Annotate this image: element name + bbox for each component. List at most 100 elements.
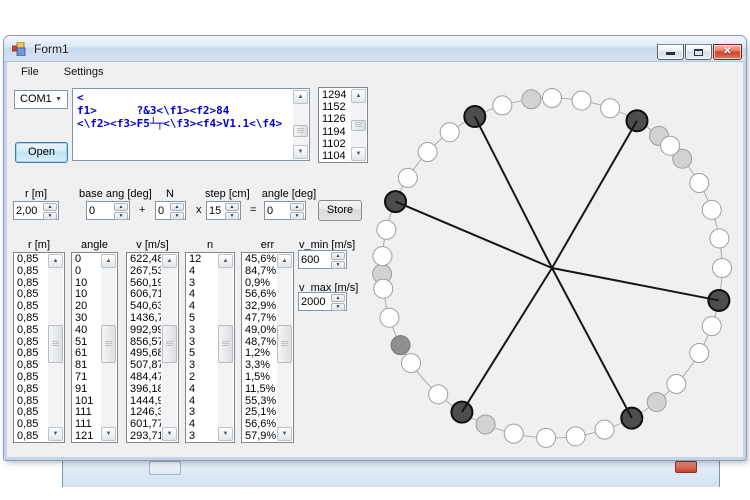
angle-stepper[interactable]: ▲▼ (264, 201, 306, 220)
scroll-up-icon[interactable]: ▲ (293, 90, 308, 104)
err-list[interactable]: 45,6%84,7%0,9%56,6%32,9%47,7%49,0%48,7%1… (241, 252, 294, 443)
list-item[interactable]: 47,7% (245, 313, 276, 325)
list-item[interactable]: 992,99 (130, 325, 161, 337)
list-item[interactable]: 40 (75, 325, 100, 337)
list-item[interactable]: 91 (75, 384, 100, 396)
spin-up-icon[interactable]: ▲ (331, 294, 345, 302)
scroll-up-icon[interactable]: ▲ (277, 254, 292, 268)
maximize-button[interactable] (685, 44, 712, 60)
terminal-scrollbar[interactable]: ▲ ▼ (293, 90, 308, 159)
menu-settings[interactable]: Settings (56, 62, 112, 81)
base-ang-stepper[interactable]: ▲▼ (86, 201, 130, 220)
step-input[interactable] (209, 203, 223, 218)
serial-value[interactable]: 1152 (322, 101, 350, 113)
list-item[interactable]: 49,0% (245, 325, 276, 337)
scroll-up-icon[interactable]: ▲ (351, 89, 366, 103)
scroll-down-icon[interactable]: ▼ (277, 427, 292, 441)
serial-value[interactable]: 1294 (322, 89, 350, 101)
list-item[interactable]: 0,85 (17, 372, 47, 384)
scroll-thumb[interactable] (101, 325, 116, 363)
titlebar[interactable]: Form1 ✕ (4, 36, 746, 62)
scroll-down-icon[interactable]: ▼ (162, 427, 177, 441)
scroll-thumb[interactable] (293, 125, 308, 136)
r-input[interactable] (16, 203, 41, 218)
spin-down-icon[interactable]: ▼ (170, 212, 184, 220)
scroll-down-icon[interactable]: ▼ (218, 427, 233, 441)
serial-value[interactable]: 1194 (322, 126, 350, 138)
com-port-select[interactable]: COM1 ▼ (14, 90, 68, 109)
list-item[interactable]: 0,85 (17, 313, 47, 325)
spin-up-icon[interactable]: ▲ (170, 203, 184, 211)
r-list-scrollbar[interactable]: ▲ ▼ (48, 254, 63, 441)
spin-down-icon[interactable]: ▼ (225, 212, 239, 220)
list-item[interactable]: 57,9% (245, 431, 276, 441)
list-item[interactable]: 71 (75, 372, 100, 384)
list-item[interactable]: 4 (189, 266, 217, 278)
scroll-thumb[interactable] (277, 325, 292, 363)
serial-value[interactable]: 1104 (322, 150, 350, 161)
list-item[interactable]: 5 (189, 313, 217, 325)
vmax-stepper[interactable]: ▲▼ (298, 292, 347, 311)
err-list-scrollbar[interactable]: ▲ ▼ (277, 254, 292, 441)
angle-list-scrollbar[interactable]: ▲ ▼ (101, 254, 116, 441)
spin-up-icon[interactable]: ▲ (43, 203, 57, 211)
spin-down-icon[interactable]: ▼ (331, 261, 345, 269)
scroll-up-icon[interactable]: ▲ (218, 254, 233, 268)
list-item[interactable]: 4 (189, 384, 217, 396)
step-stepper[interactable]: ▲▼ (206, 201, 241, 220)
close-button[interactable]: ✕ (713, 44, 742, 60)
n-stepper[interactable]: ▲▼ (155, 201, 186, 220)
list-item[interactable]: 1,5% (245, 372, 276, 384)
scroll-thumb[interactable] (218, 325, 233, 363)
list-item[interactable]: 3 (189, 431, 217, 441)
vmin-stepper[interactable]: ▲▼ (298, 250, 347, 269)
list-item[interactable]: 3 (189, 325, 217, 337)
spin-down-icon[interactable]: ▼ (331, 303, 345, 311)
list-item[interactable]: 267,53 (130, 266, 161, 278)
store-button[interactable]: Store (318, 200, 362, 221)
list-item[interactable]: 396,18 (130, 384, 161, 396)
v-list-scrollbar[interactable]: ▲ ▼ (162, 254, 177, 441)
list-item[interactable]: 0 (75, 266, 100, 278)
angle-input[interactable] (267, 203, 288, 218)
vmin-input[interactable] (301, 252, 329, 267)
scroll-down-icon[interactable]: ▼ (351, 147, 366, 161)
scroll-thumb[interactable] (162, 325, 177, 363)
terminal-output[interactable]: <f1> ?&3<\f1><f2>84<\f2><f3>F5┴┬<\f3><f4… (72, 88, 310, 161)
list-item[interactable]: 11,5% (245, 384, 276, 396)
scroll-down-icon[interactable]: ▼ (101, 427, 116, 441)
scroll-down-icon[interactable]: ▼ (293, 145, 308, 159)
background-window[interactable] (62, 456, 720, 487)
list-item[interactable]: 0,85 (17, 384, 47, 396)
list-item[interactable]: 293,71 (130, 431, 161, 441)
base-ang-input[interactable] (89, 203, 112, 218)
spin-up-icon[interactable]: ▲ (331, 252, 345, 260)
vmax-input[interactable] (301, 294, 329, 309)
spin-down-icon[interactable]: ▼ (114, 212, 128, 220)
scroll-up-icon[interactable]: ▲ (101, 254, 116, 268)
open-button[interactable]: Open (15, 142, 68, 163)
spin-down-icon[interactable]: ▼ (43, 212, 57, 220)
scroll-up-icon[interactable]: ▲ (162, 254, 177, 268)
serial-values-list[interactable]: 129411521126119411021104 ▲ ▼ (318, 87, 368, 163)
list-item[interactable]: 1436,7 (130, 313, 161, 325)
serial-value[interactable]: 1102 (322, 138, 350, 150)
n-list-scrollbar[interactable]: ▲ ▼ (218, 254, 233, 441)
spin-up-icon[interactable]: ▲ (114, 203, 128, 211)
list-item[interactable]: 2 (189, 372, 217, 384)
background-window-tab[interactable] (149, 461, 181, 475)
n-input[interactable] (158, 203, 168, 218)
minimize-button[interactable] (657, 44, 684, 60)
serial-scrollbar[interactable]: ▲ ▼ (351, 89, 366, 161)
angle-list[interactable]: 0010102030405161817191101111111121 ▲ ▼ (71, 252, 118, 443)
menu-file[interactable]: File (13, 62, 47, 81)
scroll-thumb[interactable] (48, 325, 63, 363)
r-stepper[interactable]: ▲▼ (13, 201, 59, 220)
list-item[interactable]: 30 (75, 313, 100, 325)
list-item[interactable]: 0,85 (17, 266, 47, 278)
background-window-close-button[interactable] (675, 461, 697, 473)
r-list[interactable]: 0,850,850,850,850,850,850,850,850,850,85… (13, 252, 65, 443)
list-item[interactable]: 84,7% (245, 266, 276, 278)
scroll-thumb[interactable] (351, 120, 366, 131)
list-item[interactable]: 484,47 (130, 372, 161, 384)
